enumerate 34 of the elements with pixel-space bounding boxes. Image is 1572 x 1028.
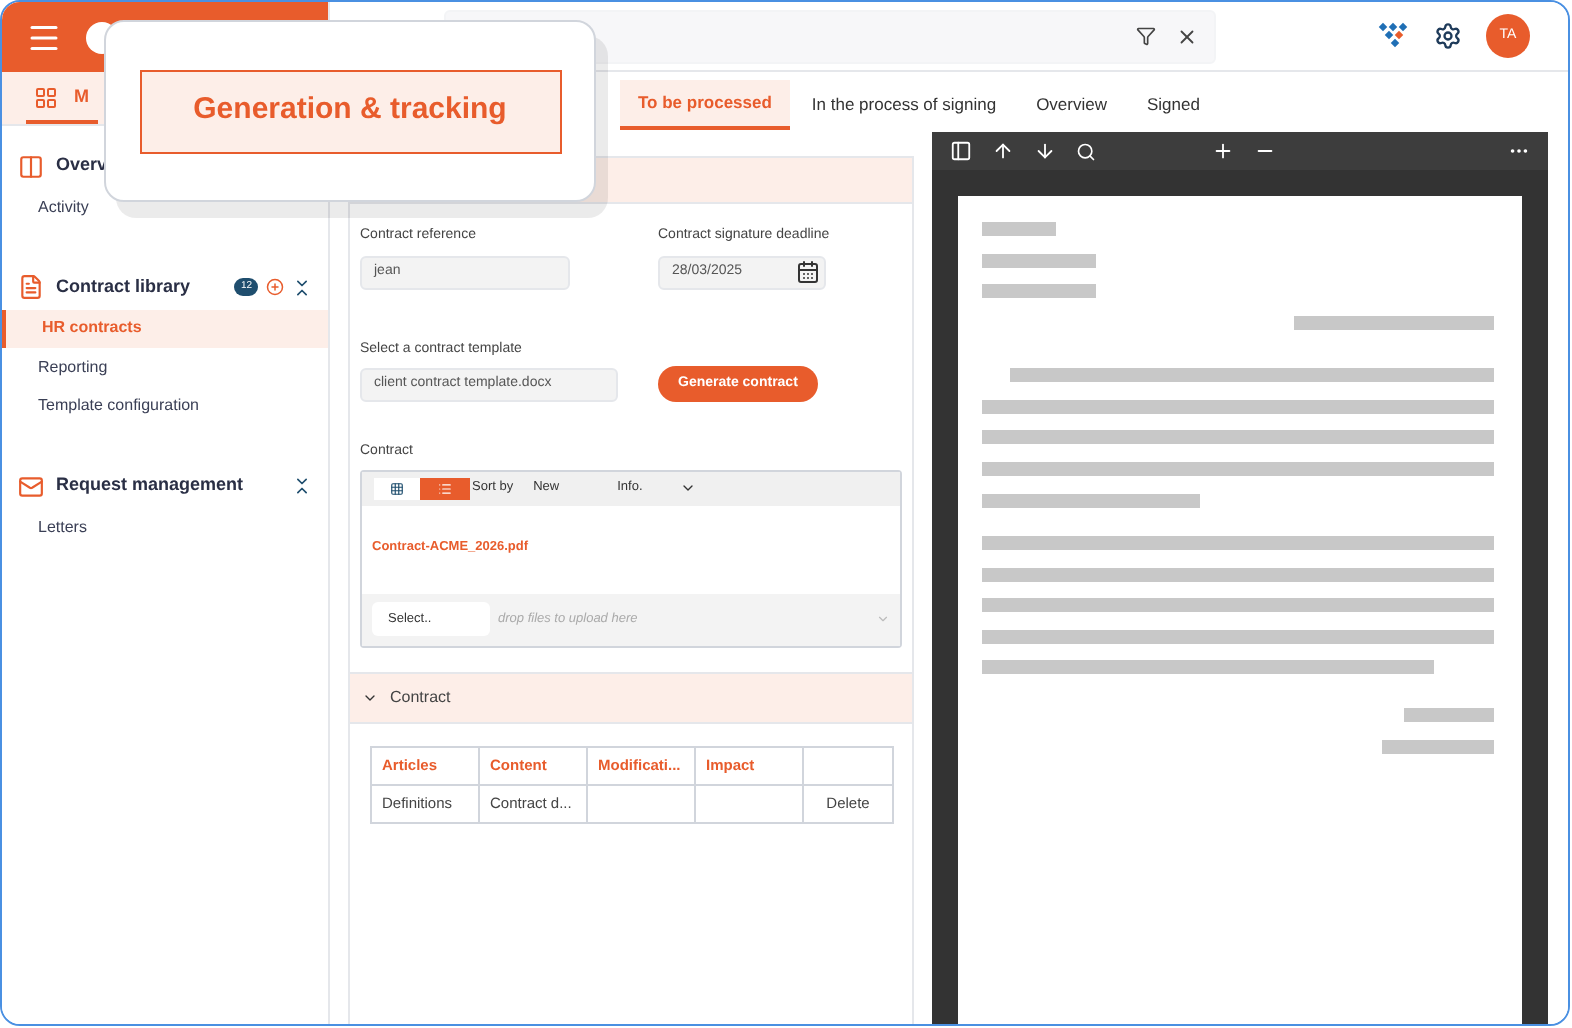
sidebar-item[interactable]: Template configuration [2,387,328,426]
grid-view-button[interactable] [374,477,420,499]
arrow-up-icon[interactable] [992,140,1014,162]
sidebar-toggle-icon[interactable] [950,140,972,162]
list-view-button[interactable] [420,477,470,499]
grid-icon [34,85,58,109]
logo-icon [1376,22,1408,50]
collapse-icon[interactable] [292,476,312,496]
status-tab[interactable]: Overview [1018,80,1125,130]
sidebar-item[interactable]: Letters [2,508,328,547]
collapse-icon[interactable] [292,277,312,297]
mail-icon [18,473,44,499]
section-header[interactable]: Contract [350,671,912,723]
status-tab[interactable]: Signed [1129,80,1218,130]
section-title[interactable]: Request management [56,472,244,500]
close-icon[interactable] [1176,25,1198,47]
grid-icon [390,481,404,495]
status-tab[interactable]: In the process of signing [793,80,1015,130]
table-cell [587,784,695,822]
document-icon [18,274,44,300]
list-icon [438,481,452,495]
calendar-icon[interactable] [796,260,820,284]
sidebar-item[interactable]: Reporting [2,348,328,387]
filter-icon[interactable] [1136,26,1156,46]
dropdown-icon[interactable] [680,480,697,496]
add-icon[interactable] [266,278,284,296]
arrow-down-icon[interactable] [1034,140,1056,162]
callout-label: Generation & tracking [139,69,561,153]
section-title[interactable]: Overv [56,152,108,180]
columns-icon [18,153,44,179]
section-title[interactable]: Contract library [56,273,191,301]
search-icon[interactable] [1076,141,1096,161]
zoom-in-icon[interactable] [1212,140,1234,162]
settings-icon[interactable] [1434,22,1462,50]
